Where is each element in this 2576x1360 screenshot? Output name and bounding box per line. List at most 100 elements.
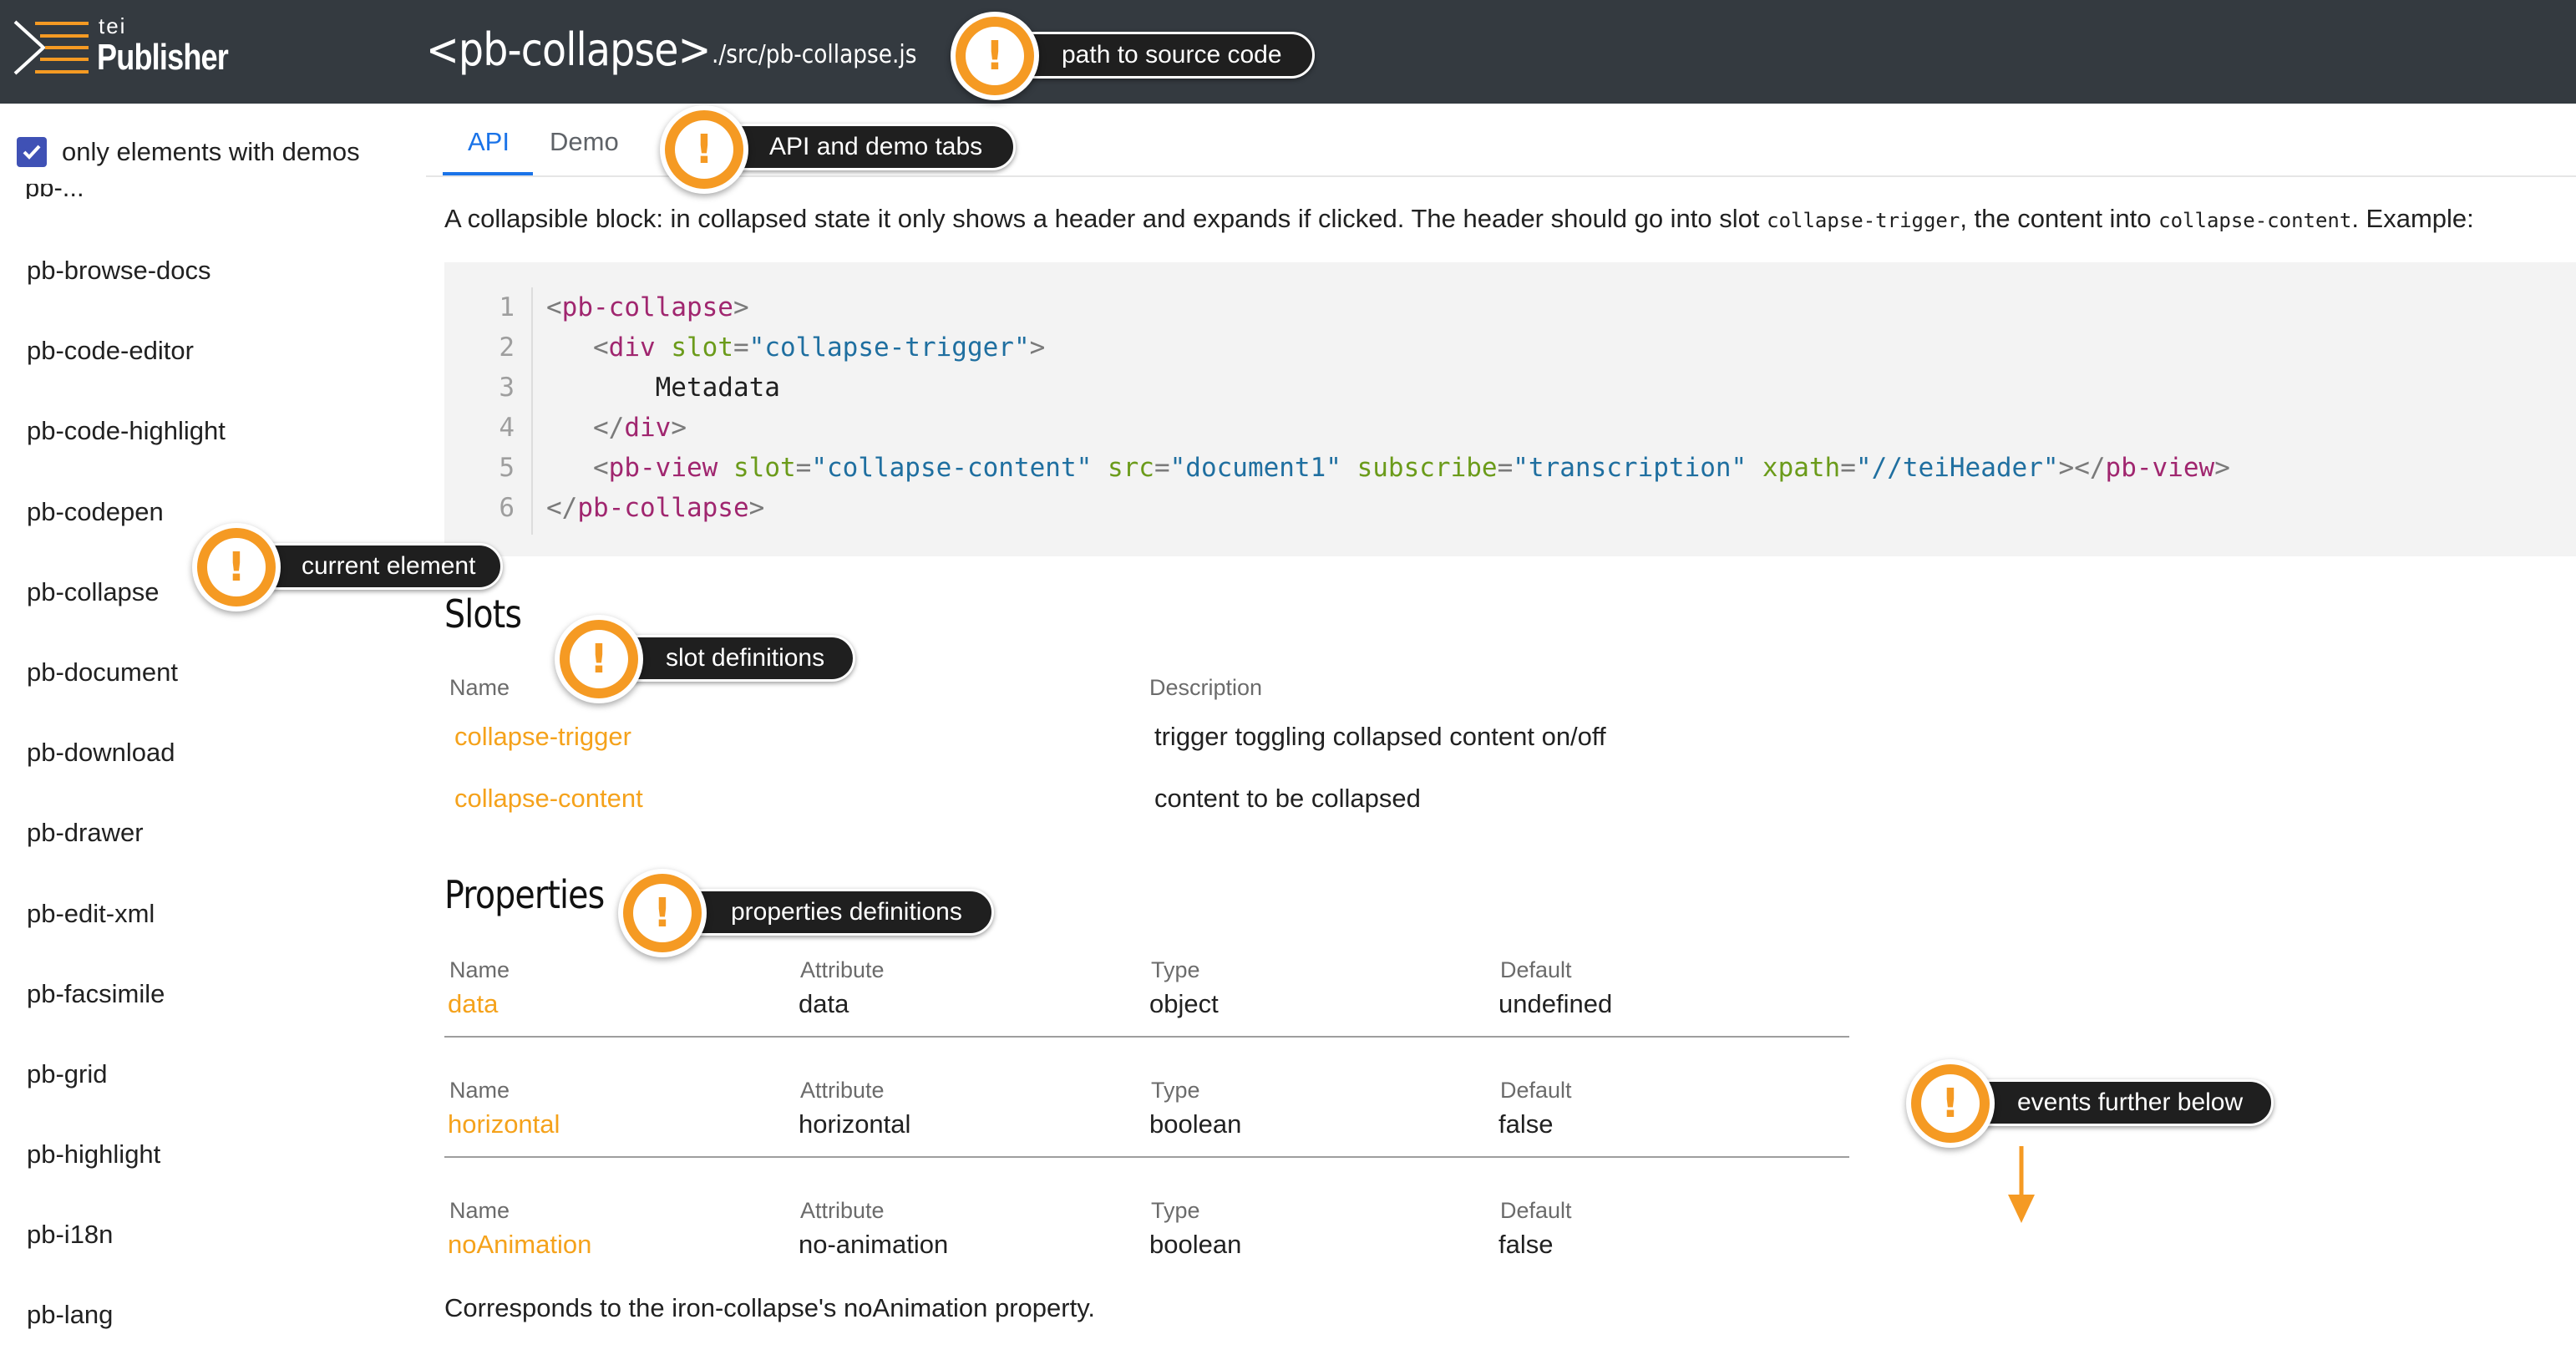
slots-heading: Slots [444, 591, 522, 637]
tei-publisher-logo[interactable]: tei Publisher [12, 13, 229, 85]
row-divider [444, 1036, 1849, 1038]
code-line-5: <pb-view slot="collapse-content" src="do… [593, 453, 2230, 483]
demo-filter[interactable]: only elements with demos [17, 137, 360, 167]
annotation-text: current element [302, 552, 476, 580]
slots-col-description: Description [1149, 675, 1263, 700]
description-code-content: collapse-content [2158, 209, 2352, 232]
prop-col-type: Type [1151, 957, 1200, 982]
annotation-badge-icon: ! [192, 523, 281, 611]
exclamation-icon: ! [1921, 1074, 1980, 1133]
tab-demo[interactable]: Demo [550, 127, 619, 157]
source-path-link[interactable]: ./src/pb-collapse.js [712, 40, 917, 69]
sidebar-item-pb-collapse[interactable]: pb-collapse [27, 579, 226, 659]
property-name[interactable]: data [448, 989, 498, 1019]
annotation-text: API and demo tabs [769, 133, 983, 160]
tab-api[interactable]: API [468, 127, 510, 157]
code-line-1: <pb-collapse> [546, 292, 749, 322]
annotation-text: slot definitions [666, 644, 825, 672]
prop-col-default: Default [1500, 957, 1572, 982]
description-text: , the content into [1960, 204, 2159, 233]
code-line-4: </div> [593, 413, 687, 443]
prop-col-attribute: Attribute [800, 1078, 885, 1103]
property-name[interactable]: noAnimation [448, 1230, 591, 1260]
property-type: object [1149, 989, 1219, 1018]
prop-col-name: Name [449, 957, 510, 982]
slot-description: trigger toggling collapsed content on/of… [1154, 722, 1606, 751]
annotation-badge-icon: ! [1906, 1059, 1995, 1148]
sidebar-item-pb-edit-xml[interactable]: pb-edit-xml [27, 900, 226, 981]
element-description: A collapsible block: in collapsed state … [444, 204, 2474, 234]
demo-filter-label: only elements with demos [62, 137, 360, 166]
annotation-text: events further below [2017, 1089, 2244, 1116]
annotation-badge-icon: ! [618, 869, 707, 957]
annotation-badge-icon: ! [660, 105, 748, 194]
property-note: Corresponds to the iron-collapse's noAni… [444, 1293, 1096, 1322]
prop-col-name: Name [449, 1078, 510, 1103]
sidebar: only elements with demos pb-... pb-brows… [0, 104, 426, 1360]
slot-name[interactable]: collapse-trigger [454, 722, 631, 752]
line-number-gutter: 1 2 3 4 5 6 [474, 287, 533, 535]
sidebar-item-pb-code-editor[interactable]: pb-code-editor [27, 337, 226, 418]
element-list: pb-browse-docs pb-code-editor pb-code-hi… [27, 257, 226, 1360]
demo-filter-checkbox[interactable] [17, 137, 47, 167]
property-attribute: no-animation [799, 1230, 949, 1259]
annotation-events: events further below [1950, 1079, 2274, 1126]
description-text: . Example: [2351, 204, 2474, 233]
logo-lines-icon [13, 20, 89, 75]
exclamation-icon: ! [633, 884, 692, 942]
annotation-text: properties definitions [731, 898, 962, 926]
line-number: 5 [499, 453, 515, 483]
description-code-trigger: collapse-trigger [1767, 209, 1960, 232]
sidebar-item-pb-document[interactable]: pb-document [27, 659, 226, 739]
annotation-tabs: API and demo tabs [708, 124, 1016, 170]
line-number: 2 [499, 332, 515, 363]
line-number: 1 [499, 292, 515, 322]
sidebar-item-cut[interactable]: pb-... [25, 184, 84, 199]
sidebar-item-pb-grid[interactable]: pb-grid [27, 1061, 226, 1141]
prop-col-attribute: Attribute [800, 957, 885, 982]
code-line-3: Metadata [546, 373, 780, 403]
page-title: <pb-collapse> [426, 23, 711, 76]
slot-name[interactable]: collapse-content [454, 784, 643, 814]
logo-small-text: tei [99, 13, 127, 38]
sidebar-item-pb-facsimile[interactable]: pb-facsimile [27, 981, 226, 1061]
sidebar-item-pb-browse-docs[interactable]: pb-browse-docs [27, 257, 226, 337]
annotation-badge-icon: ! [555, 615, 643, 703]
line-number: 6 [499, 493, 515, 523]
slot-description: content to be collapsed [1154, 784, 1421, 813]
logo-name-text: Publisher [97, 37, 229, 78]
code-line-2: <div slot="collapse-trigger"> [593, 332, 1046, 363]
property-attribute: data [799, 989, 849, 1018]
prop-col-default: Default [1500, 1198, 1572, 1223]
active-tab-indicator [443, 172, 533, 175]
exclamation-icon: ! [675, 120, 733, 179]
property-type: boolean [1149, 1230, 1242, 1259]
arrow-down-icon [2008, 1146, 2035, 1223]
prop-col-type: Type [1151, 1198, 1200, 1223]
code-example: 1 2 3 4 5 6 <pb-collapse> <div slot="col… [444, 262, 2576, 556]
property-attribute: horizontal [799, 1109, 911, 1139]
row-divider [444, 1156, 1849, 1158]
exclamation-icon: ! [966, 27, 1024, 85]
sidebar-item-pb-highlight[interactable]: pb-highlight [27, 1141, 226, 1221]
properties-heading: Properties [444, 872, 605, 917]
sidebar-item-pb-lang[interactable]: pb-lang [27, 1302, 226, 1360]
annotation-badge-icon: ! [951, 12, 1039, 100]
line-number: 3 [499, 373, 515, 403]
property-name[interactable]: horizontal [448, 1109, 560, 1139]
sidebar-item-pb-code-highlight[interactable]: pb-code-highlight [27, 418, 226, 498]
property-default: false [1498, 1230, 1554, 1259]
annotation-properties: properties definitions [662, 889, 994, 936]
property-default: false [1498, 1109, 1554, 1139]
description-text: A collapsible block: in collapsed state … [444, 204, 1767, 233]
sidebar-item-pb-download[interactable]: pb-download [27, 739, 226, 820]
exclamation-icon: ! [207, 538, 266, 596]
slots-col-name: Name [449, 675, 510, 700]
property-default: undefined [1498, 989, 1613, 1018]
code-line-6: </pb-collapse> [546, 493, 765, 523]
sidebar-item-pb-i18n[interactable]: pb-i18n [27, 1221, 226, 1302]
sidebar-item-pb-drawer[interactable]: pb-drawer [27, 820, 226, 900]
prop-col-name: Name [449, 1198, 510, 1223]
checkmark-icon [23, 145, 41, 160]
prop-col-attribute: Attribute [800, 1198, 885, 1223]
